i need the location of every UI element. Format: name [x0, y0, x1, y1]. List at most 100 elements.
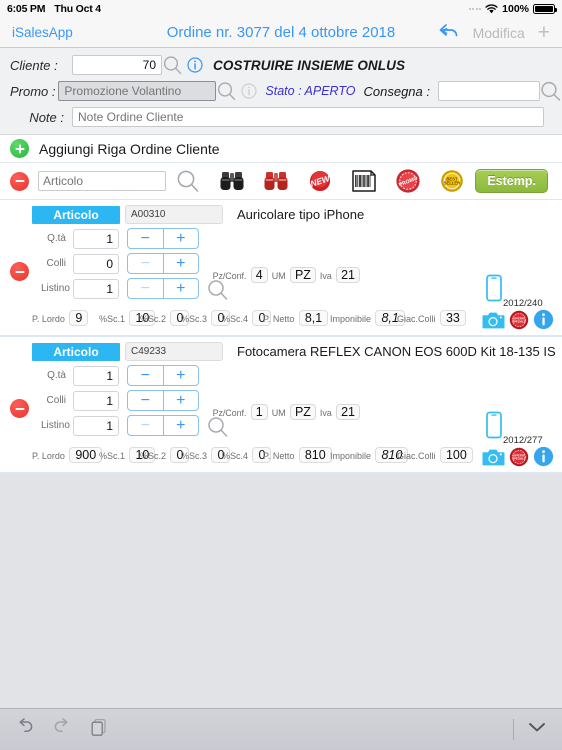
colli-stepper[interactable]: − + [127, 390, 199, 411]
p-netto-field[interactable]: P. Netto 810 [263, 446, 332, 464]
binoculars-black-icon[interactable] [210, 170, 254, 192]
promo-input[interactable] [58, 81, 217, 101]
add-order-line-row[interactable]: Aggiungi Riga Ordine Cliente [0, 135, 562, 163]
qta-input[interactable]: 1 [73, 228, 119, 249]
colli-plus-button[interactable]: + [164, 391, 199, 410]
consegna-label: Consegna : [363, 83, 431, 99]
colli-stepper[interactable]: − + [127, 253, 199, 274]
qta-input[interactable]: 1 [73, 365, 119, 386]
qta-stepper[interactable]: − + [127, 228, 199, 249]
plus-icon[interactable]: + [538, 22, 550, 43]
giac-colli-value: 33 [439, 310, 466, 326]
imponibile-field[interactable]: Imponibile 8,1 [330, 309, 405, 327]
remove-line-icon[interactable] [10, 399, 29, 418]
giac-colli-field[interactable]: Giac.Colli 100 [397, 446, 473, 464]
info-icon[interactable] [533, 446, 554, 472]
article-code-field[interactable]: C49233 [125, 342, 223, 361]
p-lordo-field[interactable]: P. Lordo 900 [32, 446, 103, 464]
copy-icon[interactable] [90, 718, 109, 742]
battery-percent: 100% [502, 3, 529, 15]
promo-badge-icon[interactable]: PROMO [386, 168, 430, 194]
listino-input[interactable]: 1 [73, 415, 119, 436]
listino-minus-button[interactable]: − [128, 416, 164, 435]
new-badge-icon[interactable]: NEW [298, 168, 342, 194]
info-icon[interactable] [533, 309, 554, 335]
offerta-speciale-badge-icon[interactable]: 2012/277 OFFERTA SPECIALE [503, 435, 543, 472]
redo-icon[interactable] [52, 718, 73, 741]
colli-input[interactable]: 0 [73, 253, 119, 274]
qta-minus-button[interactable]: − [128, 229, 164, 248]
consegna-input[interactable] [438, 81, 540, 101]
barcode-icon[interactable] [342, 170, 386, 192]
listino-plus-button[interactable]: + [164, 279, 199, 298]
remove-line-icon[interactable] [10, 262, 29, 281]
articolo-button[interactable]: Articolo [32, 205, 120, 224]
qta-plus-button[interactable]: + [164, 366, 199, 385]
chevron-down-icon[interactable] [526, 720, 548, 739]
iva-value: 21 [336, 404, 360, 420]
um-field[interactable]: UM PZ [272, 266, 316, 285]
listino-stepper[interactable]: − + [127, 278, 199, 299]
article-description: Auricolare tipo iPhone [237, 207, 365, 222]
p-lordo-value: 900 [69, 447, 103, 463]
binoculars-red-icon[interactable] [254, 170, 298, 192]
app-name-label[interactable]: iSalesApp [12, 25, 73, 40]
qta-plus-button[interactable]: + [164, 229, 199, 248]
promo-search-icon[interactable] [216, 81, 238, 101]
iva-field[interactable]: Iva 21 [320, 403, 360, 422]
giac-colli-label: Giac.Colli [397, 314, 436, 324]
sc1-label: %Sc.1 [99, 451, 126, 461]
sc2-label: %Sc.2 [140, 451, 167, 461]
colli-minus-button[interactable]: − [128, 254, 164, 273]
p-netto-field[interactable]: P. Netto 8,1 [263, 309, 329, 327]
remove-circle-icon[interactable] [10, 171, 29, 191]
pz-conf-field[interactable]: Pz/Conf. 4 [213, 266, 268, 285]
p-lordo-field[interactable]: P. Lordo 9 [32, 309, 89, 327]
listino-minus-button[interactable]: − [128, 279, 164, 298]
sc2-label: %Sc.2 [140, 314, 167, 324]
p-lordo-value: 9 [69, 310, 89, 326]
note-input[interactable] [72, 107, 544, 127]
article-description: Fotocamera REFLEX CANON EOS 600D Kit 18-… [237, 344, 556, 359]
giac-colli-field[interactable]: Giac.Colli 33 [397, 309, 466, 327]
undo-arrow-icon[interactable] [438, 23, 460, 43]
order-line-header: Articolo A00310 Auricolare tipo iPhone [0, 200, 562, 226]
articolo-search-input[interactable] [38, 171, 166, 191]
um-label: UM [271, 271, 286, 281]
search-icon[interactable] [166, 168, 210, 194]
articolo-button[interactable]: Articolo [32, 342, 120, 361]
price-fields-strip: P. Lordo 900 %Sc.1 10 %Sc.2 0 %Sc.3 0 %S… [0, 435, 562, 472]
camera-icon[interactable] [482, 447, 505, 472]
cliente-info-icon[interactable] [187, 57, 203, 73]
p-lordo-label: P. Lordo [32, 451, 65, 461]
best-seller-badge-icon[interactable]: BEST SELLER [430, 168, 474, 194]
pz-conf-field[interactable]: Pz/Conf. 1 [213, 403, 268, 422]
edit-button[interactable]: Modifica [473, 25, 525, 41]
p-netto-label: P. Netto [263, 314, 295, 324]
qta-minus-button[interactable]: − [128, 366, 164, 385]
qta-stepper[interactable]: − + [127, 365, 199, 386]
iva-field[interactable]: Iva 21 [320, 266, 360, 285]
colli-label: Colli [46, 395, 66, 406]
consegna-search-icon[interactable] [540, 81, 562, 101]
colli-plus-button[interactable]: + [164, 254, 199, 273]
listino-input[interactable]: 1 [73, 278, 119, 299]
article-code-field[interactable]: A00310 [125, 205, 223, 224]
svg-text:SPECIALE: SPECIALE [513, 319, 526, 323]
listino-plus-button[interactable]: + [164, 416, 199, 435]
p-netto-value: 8,1 [298, 310, 329, 326]
colli-input[interactable]: 1 [73, 390, 119, 411]
note-row: Note : [0, 104, 562, 130]
um-value: PZ [289, 404, 316, 420]
estemp-button[interactable]: Estemp. [475, 169, 548, 193]
listino-stepper[interactable]: − + [127, 415, 199, 436]
add-circle-icon[interactable] [10, 139, 29, 158]
company-name: COSTRUIRE INSIEME ONLUS [213, 57, 406, 73]
offerta-speciale-badge-icon[interactable]: 2012/240 OFFERTA SPECIALE [503, 298, 543, 335]
cliente-search-icon[interactable] [162, 55, 184, 75]
um-field[interactable]: UM PZ [272, 403, 316, 422]
cliente-input[interactable] [72, 55, 162, 75]
colli-minus-button[interactable]: − [128, 391, 164, 410]
undo-icon[interactable] [14, 718, 35, 741]
camera-icon[interactable] [482, 310, 505, 335]
